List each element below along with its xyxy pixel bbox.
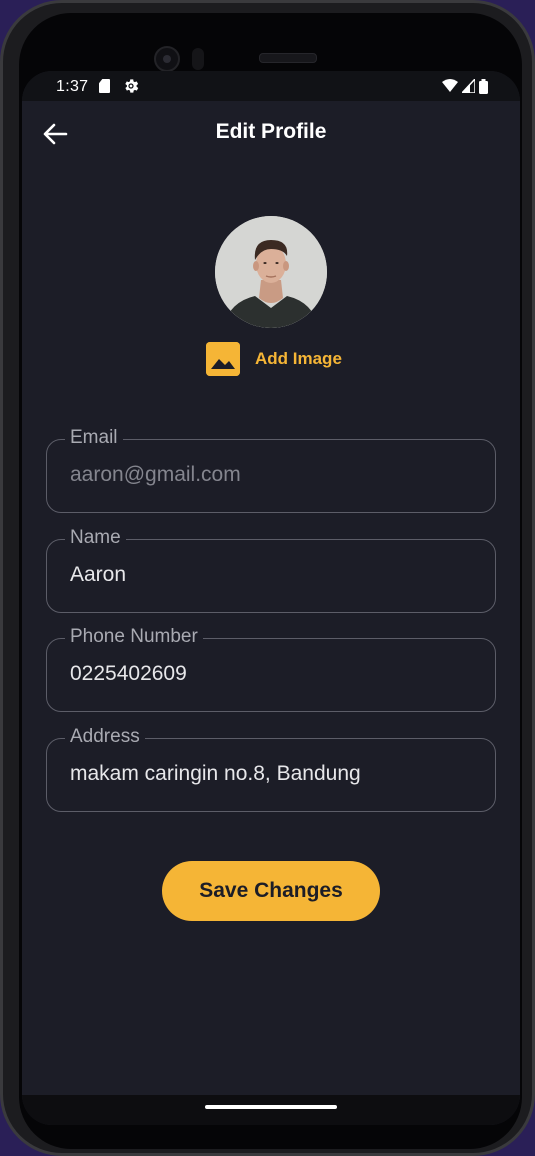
home-indicator[interactable] bbox=[205, 1105, 337, 1109]
email-field[interactable]: Email bbox=[46, 427, 496, 513]
battery-icon bbox=[479, 78, 488, 94]
add-image-label: Add Image bbox=[255, 349, 342, 368]
email-field-label: Email bbox=[65, 427, 123, 449]
page-title: Edit Profile bbox=[215, 120, 327, 143]
name-field[interactable]: Name bbox=[46, 527, 496, 613]
email-input[interactable] bbox=[70, 460, 470, 490]
status-right-icons bbox=[442, 78, 488, 94]
phone-field[interactable]: Phone Number bbox=[46, 626, 496, 712]
add-image-button[interactable]: Add Image bbox=[206, 341, 342, 377]
app-bar: Edit Profile bbox=[22, 101, 520, 165]
earpiece-speaker bbox=[259, 53, 317, 63]
sd-card-icon bbox=[99, 79, 110, 93]
status-time: 1:37 bbox=[56, 78, 89, 95]
name-input[interactable] bbox=[70, 560, 470, 590]
settings-gear-icon bbox=[125, 79, 139, 93]
address-field[interactable]: Address bbox=[46, 726, 496, 812]
front-camera bbox=[154, 46, 180, 72]
phone-frame: 1:37 Edit Profile Add Image Email aaron@… bbox=[0, 0, 535, 1156]
phone-input[interactable] bbox=[70, 659, 470, 689]
wifi-icon bbox=[442, 79, 458, 92]
image-icon bbox=[206, 342, 240, 376]
app-screen: 1:37 Edit Profile Add Image Email aaron@… bbox=[22, 71, 520, 1125]
signal-icon bbox=[462, 79, 475, 93]
profile-avatar[interactable] bbox=[215, 216, 327, 328]
status-bar: 1:37 bbox=[22, 71, 520, 101]
address-field-label: Address bbox=[65, 726, 145, 748]
address-input[interactable] bbox=[70, 759, 470, 789]
save-changes-button[interactable]: Save Changes bbox=[162, 861, 380, 921]
avatar-photo bbox=[215, 216, 327, 328]
gesture-nav-bar bbox=[22, 1095, 520, 1125]
proximity-sensor bbox=[192, 48, 204, 70]
phone-field-label: Phone Number bbox=[65, 626, 203, 648]
name-field-label: Name bbox=[65, 527, 126, 549]
